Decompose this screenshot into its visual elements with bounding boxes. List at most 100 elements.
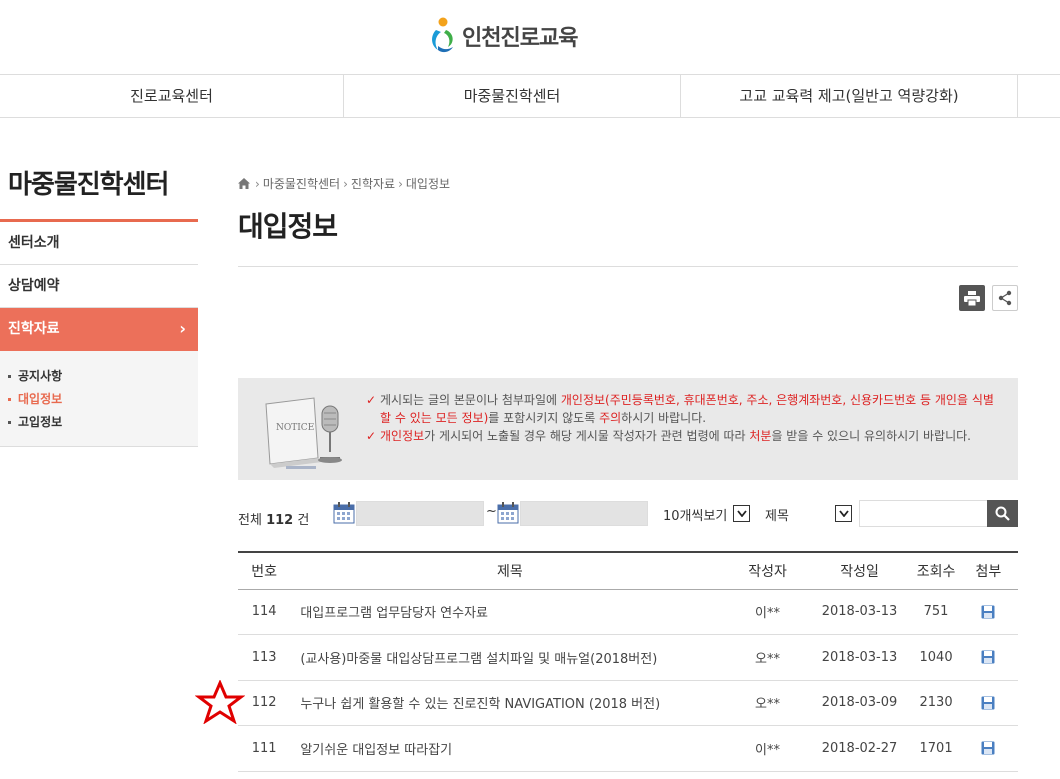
post-author: 오**: [729, 680, 806, 726]
col-header-views: 조회수: [913, 551, 959, 590]
gnb-item-majungmul-center[interactable]: 마중물진학센터: [344, 75, 681, 117]
attachment-cell: [958, 725, 1018, 772]
breadcrumb-separator: ›: [398, 176, 403, 191]
date-range-separator: ~: [486, 504, 497, 519]
breadcrumb-item[interactable]: 진학자료: [351, 175, 395, 192]
save-file-icon[interactable]: [981, 741, 995, 755]
total-unit: 건: [297, 513, 310, 528]
table-row: 111 알기쉬운 대입정보 따라잡기 이** 2018-02-27 1701: [238, 725, 1018, 772]
share-icon: [998, 290, 1012, 306]
notice-text-highlight: 개인정보: [380, 429, 425, 443]
search-field-dropdown-button[interactable]: [835, 505, 852, 522]
attachment-cell: [958, 680, 1018, 726]
save-file-icon[interactable]: [981, 696, 995, 710]
notice-text-part: 하시기 바랍니다.: [621, 411, 707, 425]
gnb-item-high-school[interactable]: 고교 교육력 제고(일반고 역량강화): [681, 75, 1018, 117]
side-submenu: 공지사항 대입정보 고입정보: [0, 351, 198, 447]
submenu-label: 대입정보: [18, 392, 63, 406]
table-row: 113 (교사용)마중물 대입상담프로그램 설치파일 및 매뉴얼(2018버전)…: [238, 634, 1018, 681]
post-views: 1701: [913, 725, 959, 772]
submenu-item-highschool[interactable]: 고입정보: [0, 411, 198, 434]
side-menu-item-booking[interactable]: 상담예약: [0, 265, 198, 308]
site-logo[interactable]: 인천진로교육: [428, 16, 578, 56]
breadcrumb-item-current: 대입정보: [405, 177, 451, 191]
post-author: 오**: [729, 634, 806, 681]
dropdown-arrow-icon: [736, 510, 747, 517]
breadcrumb-separator: ›: [343, 176, 348, 191]
divider: [238, 266, 1018, 267]
keyword-input[interactable]: [859, 500, 987, 527]
col-header-subject: 제목: [290, 551, 730, 590]
home-icon[interactable]: [238, 178, 250, 189]
notice-text-part: 가 게시되어 노출될 경우 해당 게시물 작성자가 관련 법령에 따라: [424, 429, 750, 443]
logo-mark-icon: [432, 17, 453, 53]
notice-text: ✓ 게시되는 글의 본문이나 첨부파일에 개인정보(주민등록번호, 휴대폰번호,…: [366, 391, 998, 445]
check-icon: ✓: [366, 393, 377, 407]
search-bar: ~ 10개씩보기 제목: [333, 500, 1018, 527]
notice-text-highlight: 처분: [749, 429, 772, 443]
post-number: 113: [238, 634, 291, 681]
post-date: 2018-02-27: [805, 725, 914, 772]
end-date-input[interactable]: [520, 501, 648, 526]
notice-text-highlight: 주의: [599, 411, 622, 425]
global-nav: 진로교육센터 마중물진학센터 고교 교육력 제고(일반고 역량강화): [0, 74, 1060, 118]
total-label: 전체: [238, 513, 262, 528]
logo-text: 인천진로교육: [462, 26, 578, 51]
col-header-attachment: 첨부: [958, 551, 1018, 590]
side-menu-title: 마중물진학센터: [0, 160, 198, 222]
notice-line: ✓ 개인정보가 게시되어 노출될 경우 해당 게시물 작성자가 관련 법령에 따…: [366, 427, 998, 445]
post-number: 112: [238, 680, 291, 726]
side-menu-item-materials[interactable]: 진학자료 ›: [0, 308, 198, 351]
submenu-item-notice[interactable]: 공지사항: [0, 365, 198, 388]
side-menu-item-label: 진학자료: [8, 321, 60, 337]
table-row: 114 대입프로그램 업무담당자 연수자료 이** 2018-03-13 751: [238, 589, 1018, 635]
per-page-select[interactable]: 10개씩보기: [663, 505, 727, 524]
post-title-link[interactable]: 알기쉬운 대입정보 따라잡기: [290, 725, 730, 772]
search-button[interactable]: [987, 500, 1018, 527]
save-file-icon[interactable]: [981, 650, 995, 664]
attachment-cell: [958, 634, 1018, 681]
bullet-icon: [8, 398, 11, 401]
print-button[interactable]: [959, 285, 985, 311]
notice-text-part: 를 포함시키지 않도록: [488, 411, 600, 425]
notice-microphone-icon: NOTICE: [265, 397, 342, 469]
bullet-icon: [8, 375, 11, 378]
printer-icon: [964, 290, 980, 306]
save-file-icon[interactable]: [981, 605, 995, 619]
gnb-item-career-center[interactable]: 진로교육센터: [0, 75, 344, 117]
attachment-cell: [958, 589, 1018, 635]
post-number: 114: [238, 589, 291, 635]
per-page-dropdown-button[interactable]: [733, 505, 750, 522]
share-button[interactable]: [992, 285, 1018, 311]
col-header-author: 작성자: [729, 551, 806, 590]
breadcrumb-item[interactable]: 마중물진학센터: [263, 175, 340, 192]
privacy-notice-box: NOTICE ✓ 게시되는 글의 본문이나 첨부파일에 개인정보(주민등록번호,…: [238, 378, 1018, 480]
notice-text-part: 게시되는 글의 본문이나 첨부파일에: [380, 393, 561, 407]
table-row: 112 누구나 쉽게 활용할 수 있는 진로진학 NAVIGATION (201…: [238, 680, 1018, 726]
breadcrumb: › 마중물진학센터 › 진학자료 › 대입정보: [238, 175, 450, 192]
total-number: 112: [266, 513, 294, 528]
star-annotation-icon: [195, 680, 245, 724]
post-title-link[interactable]: (교사용)마중물 대입상담프로그램 설치파일 및 매뉴얼(2018버전): [290, 634, 730, 681]
site-header: 인천진로교육: [0, 0, 1060, 74]
check-icon: ✓: [366, 429, 377, 443]
post-date: 2018-03-13: [805, 589, 914, 635]
calendar-icon[interactable]: [333, 502, 355, 524]
submenu-item-admission[interactable]: 대입정보: [0, 388, 198, 411]
search-icon: [995, 506, 1010, 521]
start-date-input[interactable]: [356, 501, 484, 526]
post-views: 751: [913, 589, 959, 635]
breadcrumb-separator: ›: [255, 176, 260, 191]
post-title-link[interactable]: 누구나 쉽게 활용할 수 있는 진로진학 NAVIGATION (2018 버전…: [290, 680, 730, 726]
dropdown-arrow-icon: [838, 510, 849, 517]
post-title-link[interactable]: 대입프로그램 업무담당자 연수자료: [290, 589, 730, 635]
table-header-row: 번호 제목 작성자 작성일 조회수 첨부: [238, 551, 1018, 590]
post-date: 2018-03-09: [805, 680, 914, 726]
side-menu: 마중물진학센터 센터소개 상담예약 진학자료 › 공지사항 대입정보 고입정보: [0, 160, 198, 447]
calendar-icon[interactable]: [497, 502, 519, 524]
side-menu-item-about[interactable]: 센터소개: [0, 222, 198, 265]
post-table: 번호 제목 작성자 작성일 조회수 첨부 114 대입프로그램 업무담당자 연수…: [238, 551, 1018, 772]
col-header-date: 작성일: [805, 551, 914, 590]
search-field-select[interactable]: 제목: [765, 505, 789, 524]
post-author: 이**: [729, 725, 806, 772]
